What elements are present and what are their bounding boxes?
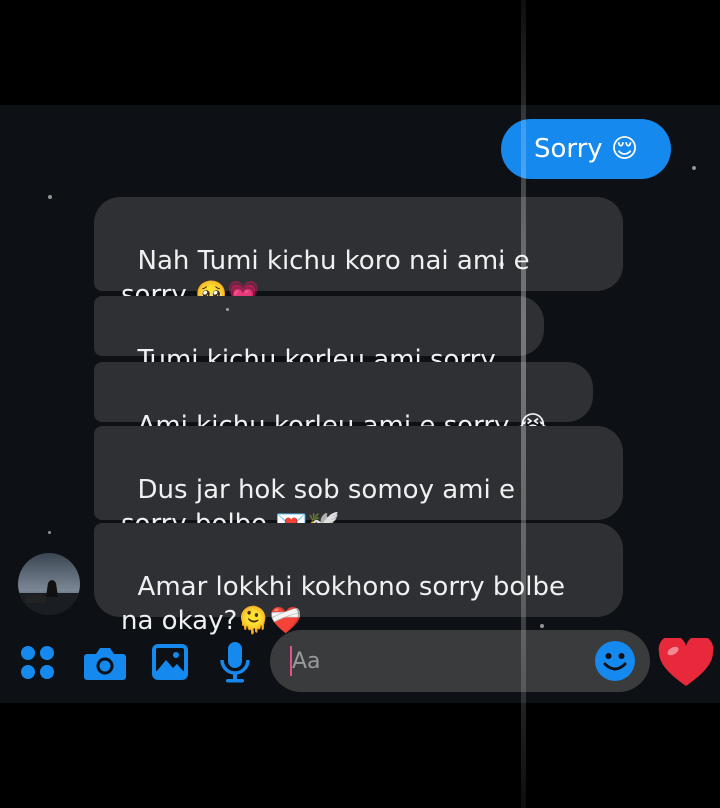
message-bubble-incoming[interactable]: Dus jar hok sob somoy ami e sorry bolbo …	[94, 426, 623, 539]
message-bubble-incoming[interactable]: Nah Tumi kichu koro nai ami e sorry 🥺💗	[94, 197, 623, 310]
heart-icon[interactable]	[658, 635, 714, 688]
image-icon[interactable]	[151, 643, 189, 681]
message-bubble-outgoing[interactable]: Sorry 😌	[501, 119, 671, 179]
message-composer	[270, 630, 650, 692]
smiley-icon[interactable]	[594, 640, 636, 682]
message-bubble-incoming[interactable]: Tumi kichu korleu ami sorry	[94, 296, 544, 375]
message-input[interactable]	[292, 645, 582, 677]
message-text: Sorry 😌	[533, 134, 639, 164]
message-bubble-incoming[interactable]: Amar lokkhi kokhono sorry bolbe na okay?…	[94, 523, 623, 636]
avatar[interactable]	[18, 553, 80, 615]
camera-icon[interactable]	[83, 644, 127, 682]
message-bubble-incoming[interactable]: Ami kichu korleu ami e sorry 😭	[94, 362, 593, 441]
four-dots-icon[interactable]	[18, 643, 58, 683]
microphone-icon[interactable]	[219, 641, 251, 683]
